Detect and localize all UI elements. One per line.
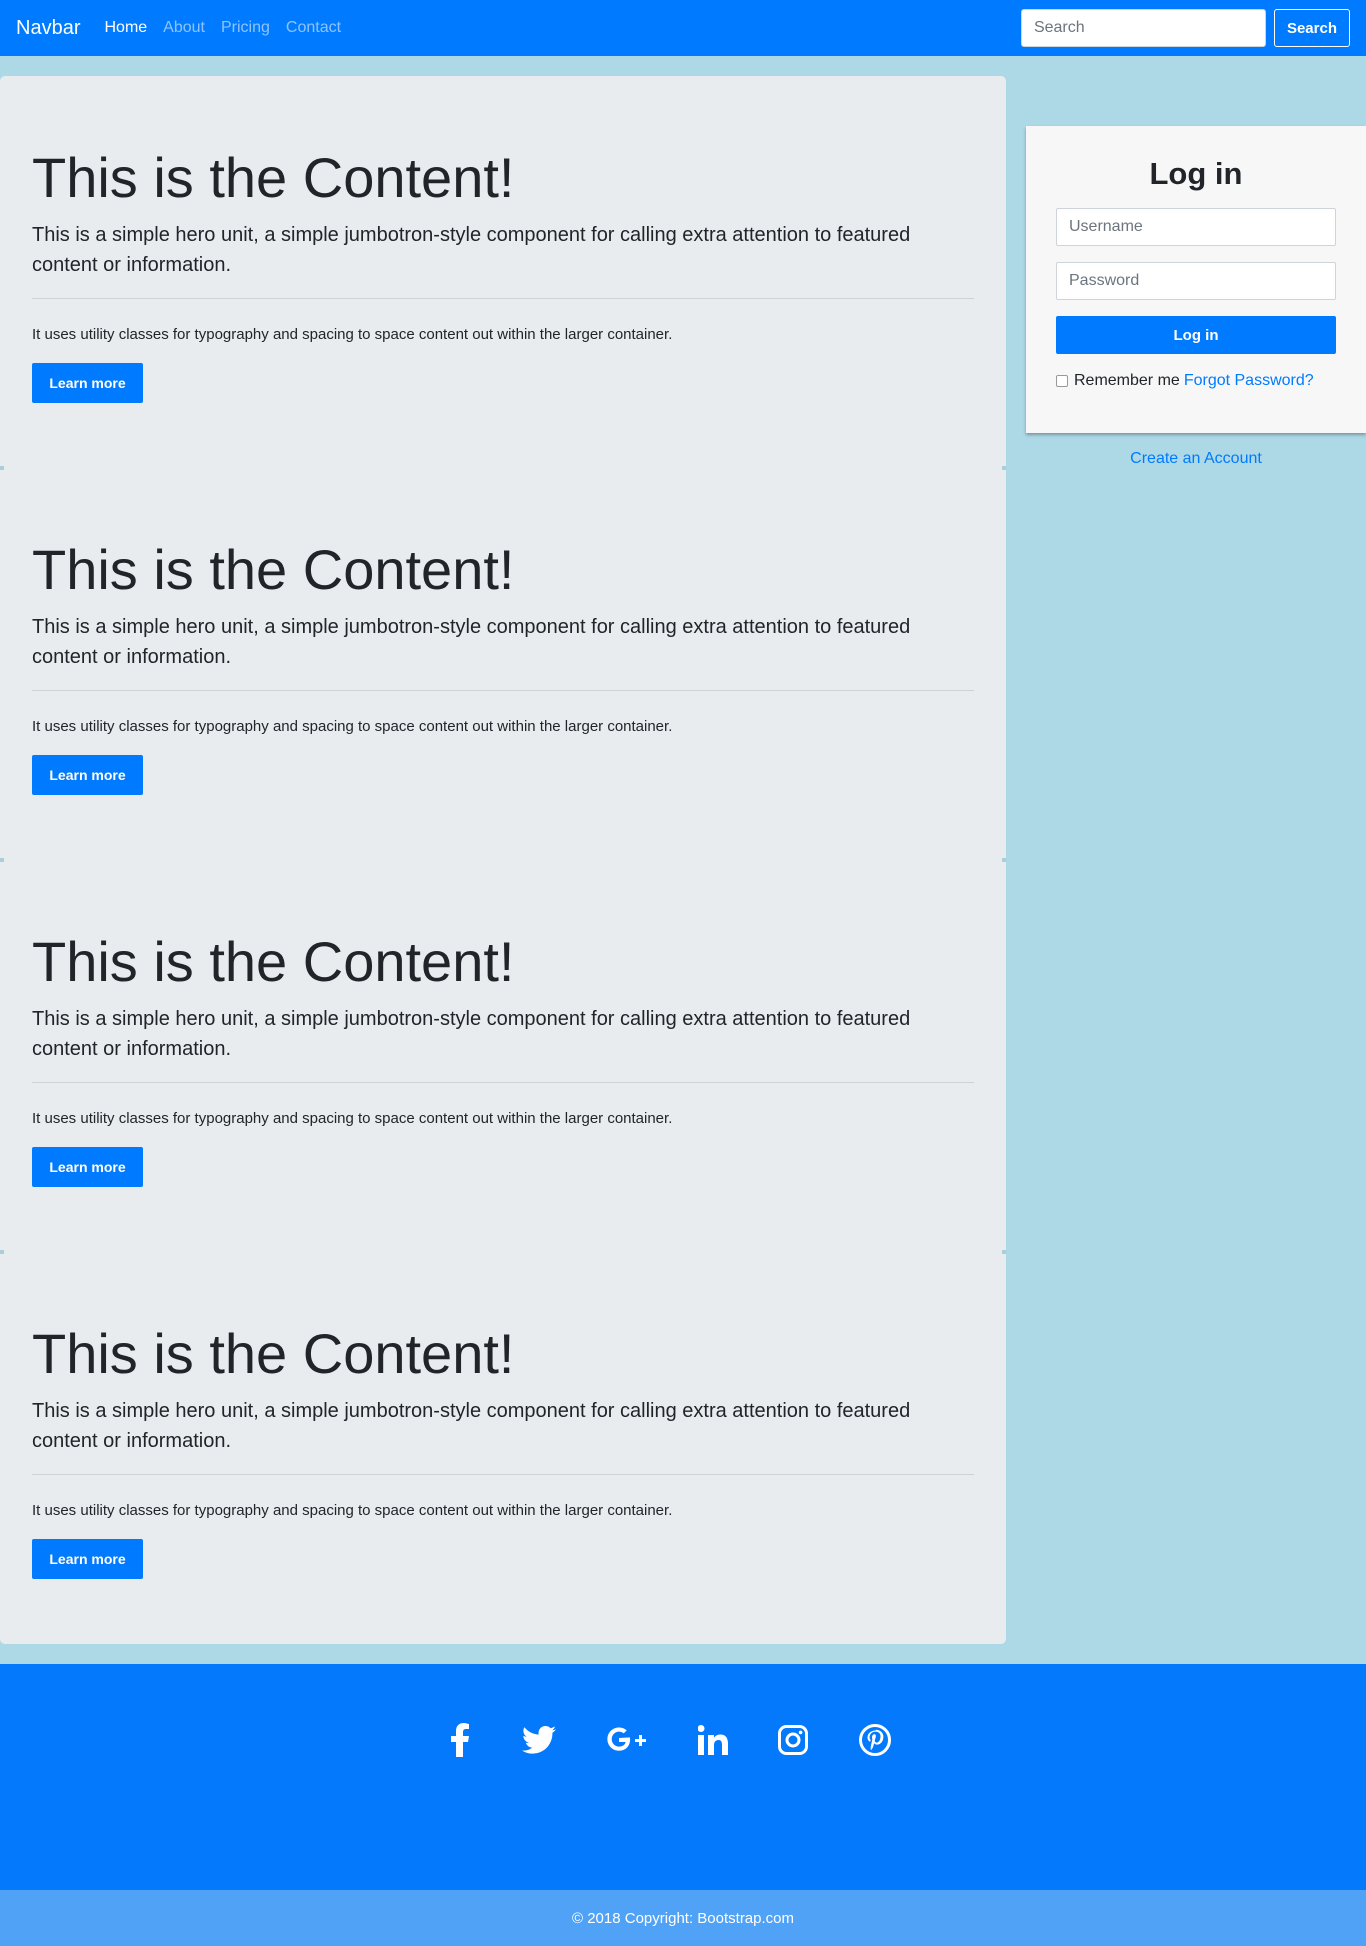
hero-section-2: This is the Content! This is a simple he… bbox=[32, 536, 974, 795]
pinterest-icon[interactable] bbox=[851, 1716, 899, 1764]
username-input[interactable] bbox=[1056, 208, 1336, 246]
nav-link-pricing[interactable]: Pricing bbox=[221, 19, 270, 37]
hero-section-1: This is the Content! This is a simple he… bbox=[32, 144, 974, 403]
section-separator bbox=[1002, 466, 1006, 470]
hero-lead: This is a simple hero unit, a simple jum… bbox=[32, 224, 911, 276]
learn-more-button[interactable]: Learn more bbox=[32, 1147, 143, 1187]
section-separator bbox=[1002, 1250, 1006, 1254]
instagram-icon[interactable] bbox=[769, 1716, 817, 1764]
login-button[interactable]: Log in bbox=[1056, 316, 1336, 354]
hero-text: It uses utility classes for typography a… bbox=[32, 718, 673, 735]
content-panel: This is the Content! This is a simple he… bbox=[0, 76, 1006, 1644]
copyright-text: © 2018 Copyright: Bootstrap.com bbox=[572, 1909, 794, 1927]
forgot-password-link[interactable]: Forgot Password? bbox=[1184, 372, 1314, 390]
navbar-brand[interactable]: Navbar bbox=[16, 17, 80, 40]
remember-row: Remember me Forgot Password? bbox=[1056, 372, 1314, 390]
social-row bbox=[0, 1716, 1366, 1764]
section-separator bbox=[0, 858, 4, 862]
hero-section-3: This is the Content! This is a simple he… bbox=[32, 928, 974, 1187]
section-separator bbox=[0, 1250, 4, 1254]
hero-text: It uses utility classes for typography a… bbox=[32, 1502, 673, 1519]
hero-section-4: This is the Content! This is a simple he… bbox=[32, 1320, 974, 1579]
hero-divider bbox=[32, 1082, 974, 1083]
password-input[interactable] bbox=[1056, 262, 1336, 300]
hero-divider bbox=[32, 1474, 974, 1475]
remember-label: Remember me bbox=[1074, 372, 1180, 389]
linkedin-icon[interactable] bbox=[689, 1716, 737, 1764]
search-input[interactable] bbox=[1020, 9, 1266, 47]
login-card: Log in Log in Remember me Forgot Passwor… bbox=[1026, 126, 1366, 433]
learn-more-button[interactable]: Learn more bbox=[32, 755, 143, 795]
learn-more-button[interactable]: Learn more bbox=[32, 1539, 143, 1579]
nav-link-home[interactable]: Home bbox=[104, 19, 147, 37]
hero-divider bbox=[32, 690, 974, 691]
hero-lead: This is a simple hero unit, a simple jum… bbox=[32, 616, 911, 668]
footer bbox=[0, 1664, 1366, 1890]
hero-divider bbox=[32, 298, 974, 299]
remember-checkbox[interactable] bbox=[1056, 375, 1068, 387]
hero-text: It uses utility classes for typography a… bbox=[32, 326, 673, 343]
facebook-icon[interactable] bbox=[436, 1716, 484, 1764]
login-title: Log in bbox=[1149, 156, 1243, 191]
section-separator bbox=[0, 466, 4, 470]
hero-title: This is the Content! bbox=[32, 538, 515, 601]
hero-title: This is the Content! bbox=[32, 146, 515, 209]
google-plus-icon[interactable] bbox=[603, 1716, 651, 1764]
nav-link-contact[interactable]: Contact bbox=[286, 19, 341, 37]
hero-lead: This is a simple hero unit, a simple jum… bbox=[32, 1400, 911, 1452]
hero-title: This is the Content! bbox=[32, 1322, 515, 1385]
learn-more-button[interactable]: Learn more bbox=[32, 363, 143, 403]
section-separator bbox=[1002, 858, 1006, 862]
navbar: Navbar Home About Pricing Contact Search bbox=[0, 0, 1366, 56]
search-button[interactable]: Search bbox=[1273, 9, 1350, 47]
hero-lead: This is a simple hero unit, a simple jum… bbox=[32, 1008, 911, 1060]
create-account-link[interactable]: Create an Account bbox=[1026, 450, 1366, 468]
copyright-bar: © 2018 Copyright: Bootstrap.com bbox=[0, 1890, 1366, 1946]
hero-text: It uses utility classes for typography a… bbox=[32, 1110, 673, 1127]
twitter-icon[interactable] bbox=[515, 1716, 563, 1764]
hero-title: This is the Content! bbox=[32, 930, 515, 993]
nav-link-about[interactable]: About bbox=[163, 19, 205, 37]
